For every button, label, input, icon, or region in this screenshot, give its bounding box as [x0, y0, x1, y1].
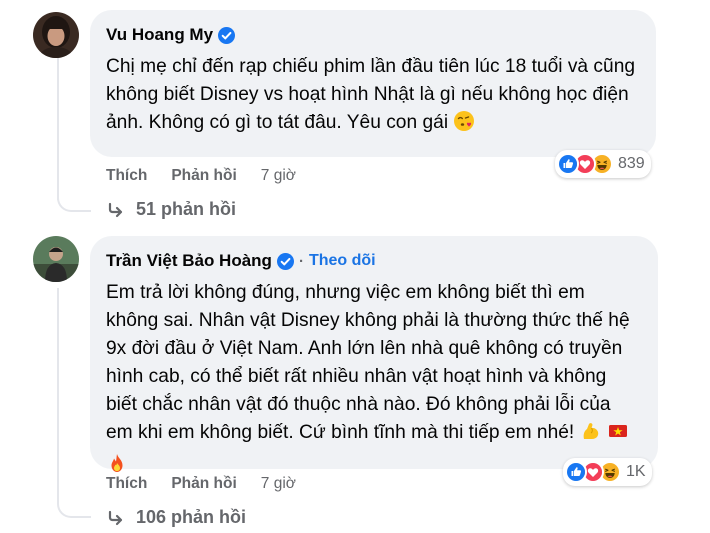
vietnam-flag-icon: [607, 420, 629, 451]
comment-actions: Thích Phản hồi 7 giờ: [106, 475, 296, 493]
like-button[interactable]: Thích: [106, 475, 147, 493]
like-button[interactable]: Thích: [106, 167, 147, 185]
comment-author[interactable]: Vu Hoang My: [106, 25, 213, 45]
replies-count-label: 106 phản hồi: [136, 507, 247, 527]
thread-connector: [57, 196, 91, 212]
verified-badge-icon: [218, 26, 236, 44]
comment-bubble: Trần Việt Bảo Hoàng · Theo dõi Em trả lờ…: [90, 236, 658, 472]
thread-line: [57, 56, 59, 200]
replies-count-label: 51 phản hồi: [136, 199, 237, 219]
view-replies-link[interactable]: 51 phản hồi: [108, 199, 236, 220]
reply-button[interactable]: Phản hồi: [171, 475, 236, 493]
view-replies-link[interactable]: 106 phản hồi: [108, 507, 246, 528]
comment-text-content: Em trả lời không đúng, nhưng việc em khô…: [106, 282, 630, 443]
avatar[interactable]: [33, 12, 79, 58]
reaction-count: 839: [618, 155, 645, 172]
comment-timestamp[interactable]: 7 giờ: [261, 167, 296, 185]
reply-arrow-icon: [108, 510, 123, 525]
reaction-summary[interactable]: 839: [555, 150, 651, 178]
comment-bubble: Vu Hoang My Chị mẹ chỉ đến rạp chiếu phi…: [90, 10, 656, 157]
thread-line: [57, 288, 59, 504]
comment-timestamp[interactable]: 7 giờ: [261, 475, 296, 493]
separator-dot: ·: [298, 252, 304, 270]
reply-arrow-icon: [108, 202, 123, 217]
comment-author[interactable]: Trần Việt Bảo Hoàng: [106, 251, 272, 271]
comment-text: Chị mẹ chỉ đến rạp chiếu phim lần đầu ti…: [106, 53, 638, 141]
reaction-summary[interactable]: 1K: [563, 458, 652, 486]
avatar[interactable]: [33, 236, 79, 282]
reply-button[interactable]: Phản hồi: [171, 167, 236, 185]
follow-button[interactable]: Theo dõi: [309, 252, 376, 270]
reaction-count: 1K: [626, 463, 646, 480]
thread-connector: [57, 502, 91, 518]
comment-text: Em trả lời không đúng, nhưng việc em khô…: [106, 279, 640, 483]
comment-actions: Thích Phản hồi 7 giờ: [106, 167, 296, 185]
face-blowing-kiss-icon: [453, 110, 475, 141]
flexed-biceps-icon: [580, 420, 602, 451]
verified-badge-icon: [276, 252, 294, 270]
like-reaction-icon: [557, 153, 579, 175]
like-reaction-icon: [565, 461, 587, 483]
comment-text-content: Chị mẹ chỉ đến rạp chiếu phim lần đầu ti…: [106, 56, 636, 133]
